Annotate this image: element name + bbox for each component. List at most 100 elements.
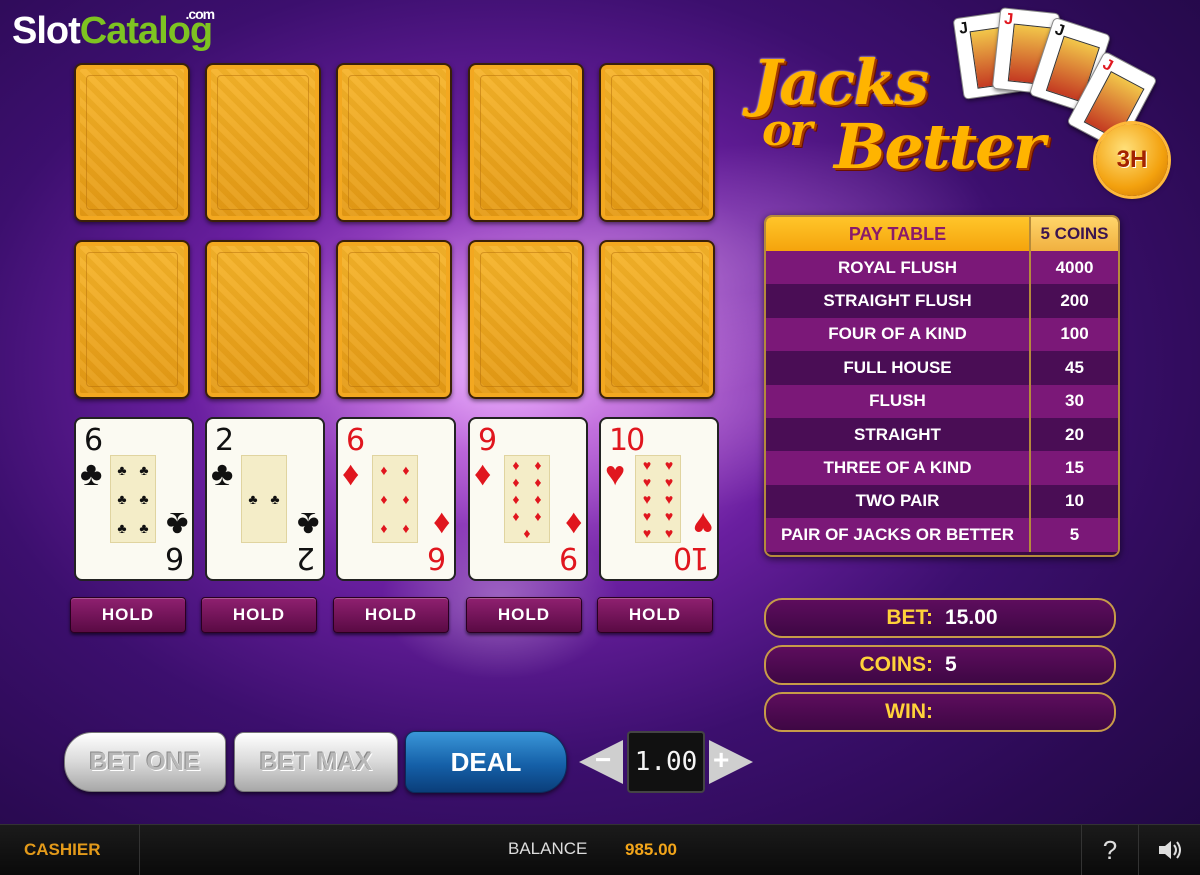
card-pip: ♦ xyxy=(402,519,410,536)
hold-button-3[interactable]: HOLD xyxy=(333,597,449,633)
bet-label: BET: xyxy=(886,606,933,629)
card-pip: ♦ xyxy=(402,462,410,479)
card-1[interactable]: 6 ♣ ♣ ♣ ♣ ♣ ♣ ♣ ♣ 6 xyxy=(74,417,194,581)
win-display: WIN: xyxy=(764,692,1116,732)
increase-denomination-button[interactable]: + xyxy=(709,740,753,784)
pay-table-row: THREE OF A KIND 15 xyxy=(766,451,1118,485)
slotcatalog-logo: SlotCatalog .com xyxy=(12,6,215,53)
card-pip: ♦ xyxy=(534,456,542,473)
card-rank: 6 xyxy=(84,423,103,458)
card-pip: ♦ xyxy=(512,490,520,507)
deal-button[interactable]: DEAL xyxy=(405,731,567,793)
card-pip: ♥ xyxy=(642,525,652,542)
card-pip: ♦ xyxy=(402,490,410,507)
pay-table-row: STRAIGHT 20 xyxy=(766,417,1118,452)
balance-label: BALANCE xyxy=(508,839,588,858)
pay-value: 10 xyxy=(1029,484,1118,519)
card-pip: ♥ xyxy=(664,525,674,542)
pay-hand: THREE OF A KIND xyxy=(823,458,972,478)
pay-table: PAY TABLE 5 COINS ROYAL FLUSH 4000 STRAIG… xyxy=(764,215,1120,557)
heart-icon: ♥ xyxy=(605,455,626,493)
card-pips: ♥ ♥ ♥ ♥ ♥ ♥ ♥ ♥ ♥ ♥ xyxy=(635,455,681,543)
denomination-display: 1.00 xyxy=(627,731,705,793)
pay-hand: ROYAL FLUSH xyxy=(837,257,958,277)
card-2[interactable]: 2 ♣ ♣ ♣ ♣ 2 xyxy=(205,417,325,581)
pay-table-row: FLUSH 30 xyxy=(766,384,1118,418)
card-rank-bottom: 6 xyxy=(428,540,446,575)
pay-value: 5 xyxy=(1029,518,1118,552)
pay-hand: FULL HOUSE xyxy=(843,357,952,377)
hands-badge: 3H xyxy=(1096,124,1168,196)
pay-table-row: PAIR OF JACKS OR BETTER 5 xyxy=(766,518,1118,552)
pay-hand: FOUR OF A KIND xyxy=(828,324,967,344)
club-icon: ♣ xyxy=(165,505,188,543)
help-button[interactable]: ? xyxy=(1081,825,1138,875)
card-pip: ♥ xyxy=(642,456,652,473)
mini-card-rank: J xyxy=(1003,10,1014,29)
card-rank: 2 xyxy=(215,423,234,458)
club-icon: ♣ xyxy=(296,505,319,543)
card-pip: ♣ xyxy=(117,462,127,479)
decrease-denomination-button[interactable]: − xyxy=(579,740,623,784)
card-pip: ♦ xyxy=(380,490,388,507)
card-rank: 6 xyxy=(346,423,365,458)
hold-button-1[interactable]: HOLD xyxy=(70,597,186,633)
pay-table-row: TWO PAIR 10 xyxy=(766,484,1118,519)
pay-table-row: STRAIGHT FLUSH 200 xyxy=(766,284,1118,318)
pay-hand: FLUSH xyxy=(869,391,926,411)
card-pip: ♦ xyxy=(512,456,520,473)
hold-button-5[interactable]: HOLD xyxy=(597,597,713,633)
cashier-button[interactable]: CASHIER xyxy=(0,825,140,875)
mini-card-rank: J xyxy=(957,19,970,38)
pay-table-header: PAY TABLE 5 COINS xyxy=(766,217,1118,251)
club-icon: ♣ xyxy=(80,455,103,493)
sound-button[interactable] xyxy=(1138,825,1200,875)
card-pip: ♣ xyxy=(117,519,127,536)
coins-label: COINS: xyxy=(859,653,934,676)
title-better: Better xyxy=(834,110,1045,183)
hand-1-card-back-3 xyxy=(336,63,452,222)
diamond-icon: ♦ xyxy=(432,505,450,543)
hold-button-4[interactable]: HOLD xyxy=(466,597,582,633)
hand-2-card-back-4 xyxy=(468,240,584,399)
heart-icon: ♥ xyxy=(692,505,713,543)
card-pip: ♦ xyxy=(534,473,542,490)
logo-slot-text: Slot xyxy=(12,10,81,52)
pay-hand: TWO PAIR xyxy=(855,491,940,511)
bet-one-button[interactable]: BET ONE xyxy=(64,732,226,792)
card-rank-bottom: 2 xyxy=(297,540,315,575)
card-pip: ♦ xyxy=(512,508,520,525)
card-pip: ♣ xyxy=(139,490,149,507)
hand-1-card-back-5 xyxy=(599,63,715,222)
hand-1-card-back-1 xyxy=(74,63,190,222)
diamond-icon: ♦ xyxy=(342,455,360,493)
card-pip: ♦ xyxy=(534,490,542,507)
hand-2-card-back-2 xyxy=(205,240,321,399)
card-4[interactable]: 9 ♦ ♦ ♦ ♦ ♦ ♦ ♦ ♦ ♦ ♦ ♦ 9 xyxy=(468,417,588,581)
logo-com-text: .com xyxy=(185,6,215,22)
pay-table-row: FOUR OF A KIND 100 xyxy=(766,317,1118,352)
card-pip: ♣ xyxy=(248,491,258,507)
card-rank-bottom: 10 xyxy=(674,540,709,575)
pay-value: 45 xyxy=(1029,351,1118,385)
pay-hand: STRAIGHT FLUSH xyxy=(823,291,972,311)
bet-value: 15.00 xyxy=(945,606,998,629)
coins-value: 5 xyxy=(945,653,957,676)
card-pip: ♣ xyxy=(117,490,127,507)
card-pip: ♥ xyxy=(664,456,674,473)
bet-max-button[interactable]: BET MAX xyxy=(234,732,398,792)
card-pip: ♦ xyxy=(380,519,388,536)
pay-table-row: FULL HOUSE 45 xyxy=(766,351,1118,385)
pay-table-title: PAY TABLE xyxy=(766,217,1029,251)
card-pip: ♦ xyxy=(534,508,542,525)
hand-2-card-back-3 xyxy=(336,240,452,399)
card-3[interactable]: 6 ♦ ♦ ♦ ♦ ♦ ♦ ♦ ♦ 6 xyxy=(336,417,456,581)
diamond-icon: ♦ xyxy=(564,505,582,543)
hold-button-2[interactable]: HOLD xyxy=(201,597,317,633)
card-pip: ♦ xyxy=(380,462,388,479)
pay-table-coins-header: 5 COINS xyxy=(1029,217,1118,251)
speaker-icon xyxy=(1159,841,1181,859)
balance-value: 985.00 xyxy=(625,840,677,859)
card-pip: ♦ xyxy=(523,525,531,542)
card-5[interactable]: 10 ♥ ♥ ♥ ♥ ♥ ♥ ♥ ♥ ♥ ♥ ♥ ♥ 10 xyxy=(599,417,719,581)
